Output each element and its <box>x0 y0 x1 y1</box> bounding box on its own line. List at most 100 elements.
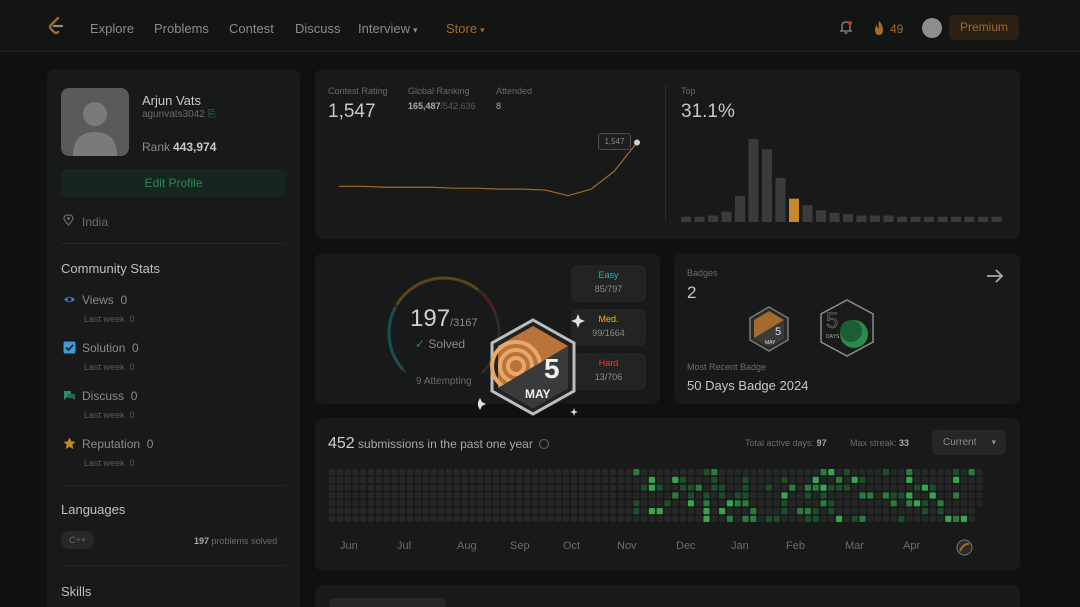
copy-icon[interactable]: ⎘ <box>208 109 216 120</box>
heatmap-cell <box>360 515 367 522</box>
heatmap-cell <box>867 492 874 499</box>
heatmap-cell <box>500 476 507 483</box>
fifty-days-badge-icon[interactable]: 5 DAYS <box>818 298 876 358</box>
stat-views-sub-label: Last week <box>84 314 125 324</box>
heatmap-cell <box>648 500 655 507</box>
heatmap-cell <box>945 500 952 507</box>
heatmap-cell <box>929 500 936 507</box>
bottom-tab[interactable] <box>329 598 446 607</box>
heatmap-cell <box>750 484 757 491</box>
distribution-bar <box>897 216 907 222</box>
submission-heatmap[interactable] <box>329 468 1009 538</box>
arrow-right-icon[interactable] <box>985 266 1005 286</box>
may-badge-icon[interactable]: 5 MAY <box>745 305 793 353</box>
heatmap-cell <box>898 492 905 499</box>
heatmap-cell <box>438 469 445 476</box>
edit-profile-button[interactable]: Edit Profile <box>61 169 286 197</box>
distribution-bar <box>735 196 745 222</box>
active-days-value: 97 <box>816 438 827 448</box>
distribution-bar <box>829 212 840 222</box>
nav-explore[interactable]: Explore <box>90 21 134 36</box>
heatmap-cell <box>438 515 445 522</box>
premium-button[interactable]: Premium <box>949 15 1019 40</box>
heatmap-cell <box>843 508 850 515</box>
info-icon[interactable] <box>539 439 550 449</box>
heatmap-cell <box>664 500 671 507</box>
heatmap-cell <box>430 500 437 507</box>
streak-flame-icon[interactable] <box>872 20 886 36</box>
heatmap-cell <box>867 469 874 476</box>
profile-username-text: agunvats3042 <box>142 109 205 120</box>
heatmap-cell <box>734 476 741 483</box>
heatmap-cell <box>719 500 726 507</box>
distribution-bar <box>937 216 948 222</box>
year-dropdown[interactable]: Current ▾ <box>932 430 1006 455</box>
heatmap-cell <box>563 469 570 476</box>
heatmap-cell <box>391 515 398 522</box>
heatmap-cell <box>625 476 632 483</box>
badge-marker-icon[interactable] <box>956 539 973 556</box>
heatmap-cell <box>547 469 554 476</box>
heatmap-cell <box>898 484 905 491</box>
heatmap-cell <box>336 515 343 522</box>
stat-solution-sub-value: 0 <box>129 362 135 372</box>
heatmap-cell <box>609 492 616 499</box>
heatmap-cell <box>594 515 601 522</box>
heatmap-cell <box>828 500 835 507</box>
heatmap-cell <box>524 476 531 483</box>
heatmap-cell <box>625 492 632 499</box>
heatmap-cell <box>929 476 936 483</box>
rating-distribution-chart[interactable] <box>681 129 1006 222</box>
heatmap-cell <box>352 508 359 515</box>
heatmap-cell <box>742 515 749 522</box>
heatmap-cell <box>937 515 944 522</box>
nav-problems[interactable]: Problems <box>154 21 209 36</box>
heatmap-cell <box>828 492 835 499</box>
sparkle-icon <box>571 314 585 328</box>
heatmap-cell <box>945 492 952 499</box>
nav-discuss[interactable]: Discuss <box>295 21 341 36</box>
heatmap-cell <box>336 476 343 483</box>
streak-count[interactable]: 49 <box>890 22 903 36</box>
nav-store[interactable]: Store ▾ <box>446 21 485 36</box>
heatmap-cell <box>617 492 624 499</box>
distribution-bar <box>681 216 691 222</box>
heatmap-cell <box>789 492 796 499</box>
heatmap-cell <box>836 515 843 522</box>
attended-label: Attended <box>496 86 533 96</box>
heatmap-cell <box>812 508 819 515</box>
heatmap-cell <box>758 515 765 522</box>
difficulty-easy[interactable]: Easy 85/797 <box>571 265 646 302</box>
heatmap-cell <box>726 500 733 507</box>
stat-discuss-label: Discuss <box>82 389 125 403</box>
nav-contest[interactable]: Contest <box>229 21 274 36</box>
heatmap-cell <box>422 508 429 515</box>
heatmap-cell <box>508 484 515 491</box>
profile-avatar <box>61 88 129 156</box>
user-avatar[interactable] <box>922 18 942 38</box>
discuss-icon <box>64 391 75 400</box>
stat-reputation-sub-label: Last week <box>84 458 125 468</box>
solved-count-value: 197 <box>410 305 451 332</box>
badges-title: Badges <box>687 268 718 278</box>
heatmap-cell <box>820 484 827 491</box>
heatmap-cell <box>921 508 928 515</box>
popup-may-badge-icon[interactable]: 5 MAY <box>478 314 588 424</box>
heatmap-cell <box>492 492 499 499</box>
heatmap-cell <box>695 484 702 491</box>
heatmap-cell <box>953 500 960 507</box>
nav-interview[interactable]: Interview ▾ <box>358 21 418 36</box>
language-tag[interactable]: C++ <box>61 531 94 549</box>
heatmap-cell <box>789 469 796 476</box>
heatmap-cell <box>399 484 406 491</box>
leetcode-logo-icon[interactable] <box>44 15 66 37</box>
heatmap-cell <box>469 484 476 491</box>
heatmap-cell <box>687 469 694 476</box>
heatmap-cell <box>422 476 429 483</box>
global-ranking-value: 165,487 <box>408 101 441 111</box>
heatmap-cell <box>968 484 975 491</box>
notification-bell-icon[interactable] <box>838 19 854 35</box>
heatmap-cell <box>687 484 694 491</box>
heatmap-cell <box>516 508 523 515</box>
heatmap-cell <box>828 508 835 515</box>
